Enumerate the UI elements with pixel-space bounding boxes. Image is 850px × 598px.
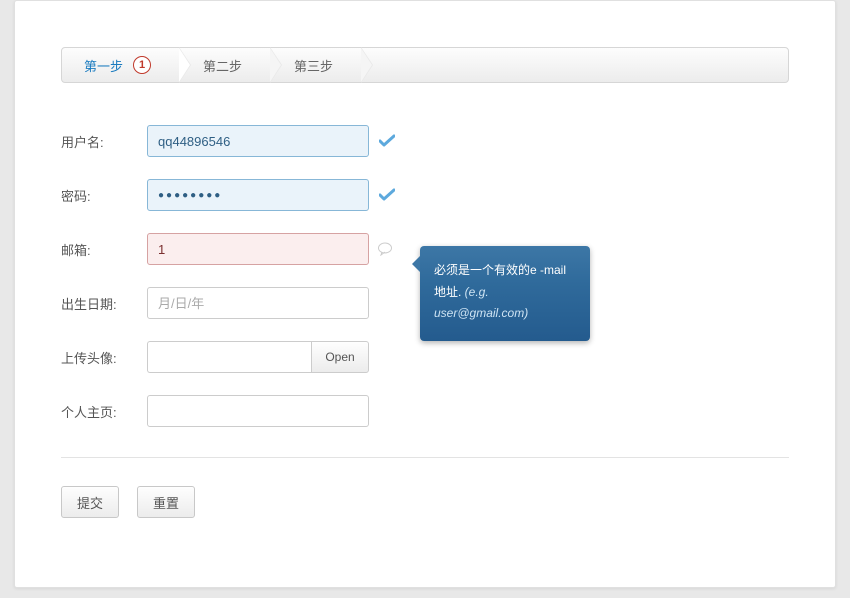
- step-3-label: 第三步: [294, 56, 333, 75]
- step-1-badge: 1: [133, 56, 151, 74]
- label-username: 用户名:: [61, 132, 147, 151]
- dob-input[interactable]: [147, 287, 369, 319]
- password-input[interactable]: [147, 179, 369, 211]
- username-input[interactable]: [147, 125, 369, 157]
- row-password: 密码:: [61, 179, 789, 211]
- homepage-input[interactable]: [147, 395, 369, 427]
- avatar-upload: Open: [147, 341, 369, 373]
- tooltip-line-1: 必须是一个有效的e -mail: [434, 260, 576, 282]
- step-1-label: 第一步: [84, 56, 123, 75]
- tooltip-example-open: (e.g.: [465, 285, 489, 299]
- label-homepage: 个人主页:: [61, 402, 147, 421]
- tooltip-line-2: 地址. (e.g.: [434, 282, 576, 304]
- row-avatar: 上传头像: Open: [61, 341, 789, 373]
- wizard-steps: 第一步 1 第二步 第三步: [61, 47, 789, 83]
- row-homepage: 个人主页:: [61, 395, 789, 427]
- email-input[interactable]: [147, 233, 369, 265]
- step-2[interactable]: 第二步: [181, 48, 272, 82]
- divider: [61, 457, 789, 458]
- avatar-path-input[interactable]: [147, 341, 311, 373]
- open-button[interactable]: Open: [311, 341, 369, 373]
- form-actions: 提交 重置: [61, 486, 789, 518]
- tooltip-example: user@gmail.com): [434, 306, 528, 320]
- label-dob: 出生日期:: [61, 294, 147, 313]
- label-email: 邮箱:: [61, 240, 147, 259]
- speech-bubble-icon: [377, 242, 393, 256]
- checkmark-icon: [379, 188, 395, 202]
- tooltip-line-3: user@gmail.com): [434, 303, 576, 325]
- label-password: 密码:: [61, 186, 147, 205]
- row-username: 用户名:: [61, 125, 789, 157]
- form-panel: 第一步 1 第二步 第三步 用户名: 密码: 邮箱:: [14, 0, 836, 588]
- step-1[interactable]: 第一步 1: [62, 48, 181, 82]
- step-3[interactable]: 第三步: [272, 48, 363, 82]
- checkmark-icon: [379, 134, 395, 148]
- submit-button[interactable]: 提交: [61, 486, 119, 518]
- reset-button[interactable]: 重置: [137, 486, 195, 518]
- tooltip-line-2-prefix: 地址.: [434, 285, 465, 299]
- label-avatar: 上传头像:: [61, 348, 147, 367]
- step-2-label: 第二步: [203, 56, 242, 75]
- error-tooltip: 必须是一个有效的e -mail 地址. (e.g. user@gmail.com…: [420, 246, 590, 341]
